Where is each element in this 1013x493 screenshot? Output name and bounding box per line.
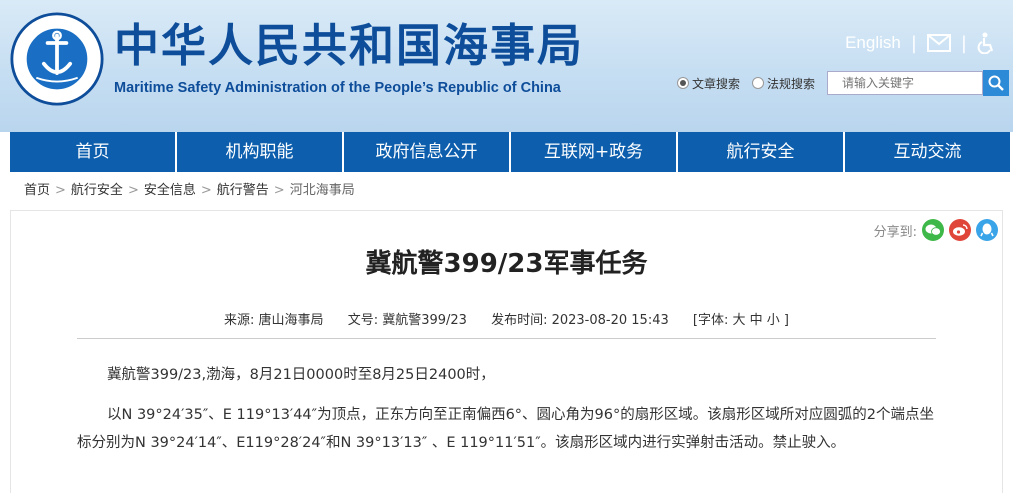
- breadcrumb-separator: >: [200, 183, 212, 198]
- article-paragraph: 以N 39°24′35″、E 119°13′44″为顶点，正东方向至正南偏西6°…: [77, 407, 934, 451]
- article-doc-number: 文号: 冀航警399/23: [347, 313, 467, 328]
- qq-icon[interactable]: [976, 219, 998, 241]
- radio-label: 文章搜索: [691, 76, 740, 91]
- weibo-icon[interactable]: [949, 219, 971, 241]
- article-meta: 来源: 唐山海事局 文号: 冀航警399/23 发布时间: 2023-08-20…: [77, 309, 936, 339]
- breadcrumb-navigation-safety[interactable]: 航行安全: [71, 183, 123, 198]
- breadcrumb-home[interactable]: 首页: [24, 183, 50, 198]
- share-label: 分享到:: [873, 224, 917, 240]
- top-links: English | |: [845, 32, 995, 54]
- site-header: 中华人民共和国海事局 Maritime Safety Administratio…: [0, 0, 1013, 132]
- nav-gov-info[interactable]: 政府信息公开: [344, 132, 511, 172]
- article-source: 来源: 唐山海事局: [224, 313, 324, 328]
- breadcrumb-separator: >: [273, 183, 285, 198]
- radio-article-search[interactable]: 文章搜索: [676, 75, 740, 92]
- breadcrumb-safety-info[interactable]: 安全信息: [144, 183, 196, 198]
- site-title-en: Maritime Safety Administration of the Pe…: [114, 80, 561, 96]
- separator: |: [910, 32, 917, 54]
- main-nav: 首页 机构职能 政府信息公开 互联网+政务 航行安全 互动交流: [10, 132, 1010, 172]
- china-msa-logo[interactable]: [10, 12, 104, 106]
- search-icon: [988, 75, 1004, 91]
- search-button[interactable]: [983, 70, 1009, 96]
- mail-icon[interactable]: [926, 34, 951, 52]
- nav-navigation-safety[interactable]: 航行安全: [678, 132, 845, 172]
- nav-functions[interactable]: 机构职能: [177, 132, 344, 172]
- search-input[interactable]: [827, 71, 983, 95]
- radio-dot[interactable]: [751, 77, 764, 89]
- breadcrumb-separator: >: [55, 183, 66, 198]
- share-bar: 分享到:: [874, 219, 998, 241]
- wechat-icon[interactable]: [922, 219, 944, 241]
- article-publish-time: 发布时间: 2023-08-20 15:43: [491, 313, 669, 328]
- font-size-switch[interactable]: [字体: 大 中 小 ]: [693, 313, 789, 328]
- separator: |: [960, 32, 967, 54]
- radio-label: 法规搜索: [766, 76, 815, 91]
- radio-dot[interactable]: [676, 77, 689, 89]
- breadcrumb-hebei-msa[interactable]: 河北海事局: [290, 183, 355, 198]
- accessibility-icon[interactable]: [977, 32, 995, 54]
- search-bar: 文章搜索 法规搜索: [676, 70, 1009, 96]
- english-link[interactable]: English: [845, 33, 901, 53]
- article-body: 冀航警399/23,渤海，8月21日0000时至8月25日2400时， 以N 3…: [77, 361, 936, 469]
- article-container: 分享到: 冀航警399/23军事任务 来源: 唐山海事局 文号: 冀航警399/…: [10, 211, 1003, 493]
- nav-home[interactable]: 首页: [10, 132, 177, 172]
- breadcrumb-warnings[interactable]: 航行警告: [217, 183, 269, 198]
- radio-regulation-search[interactable]: 法规搜索: [751, 75, 815, 92]
- breadcrumb: 首页 > 航行安全 > 安全信息 > 航行警告 > 河北海事局: [10, 172, 1003, 211]
- breadcrumb-separator: >: [127, 183, 139, 198]
- article-title: 冀航警399/23军事任务: [365, 249, 648, 279]
- nav-internet-gov[interactable]: 互联网+政务: [511, 132, 678, 172]
- nav-interaction[interactable]: 互动交流: [845, 132, 1010, 172]
- site-title-cn: 中华人民共和国海事局: [114, 19, 585, 72]
- article-paragraph: 冀航警399/23,渤海，8月21日0000时至8月25日2400时，: [107, 367, 495, 383]
